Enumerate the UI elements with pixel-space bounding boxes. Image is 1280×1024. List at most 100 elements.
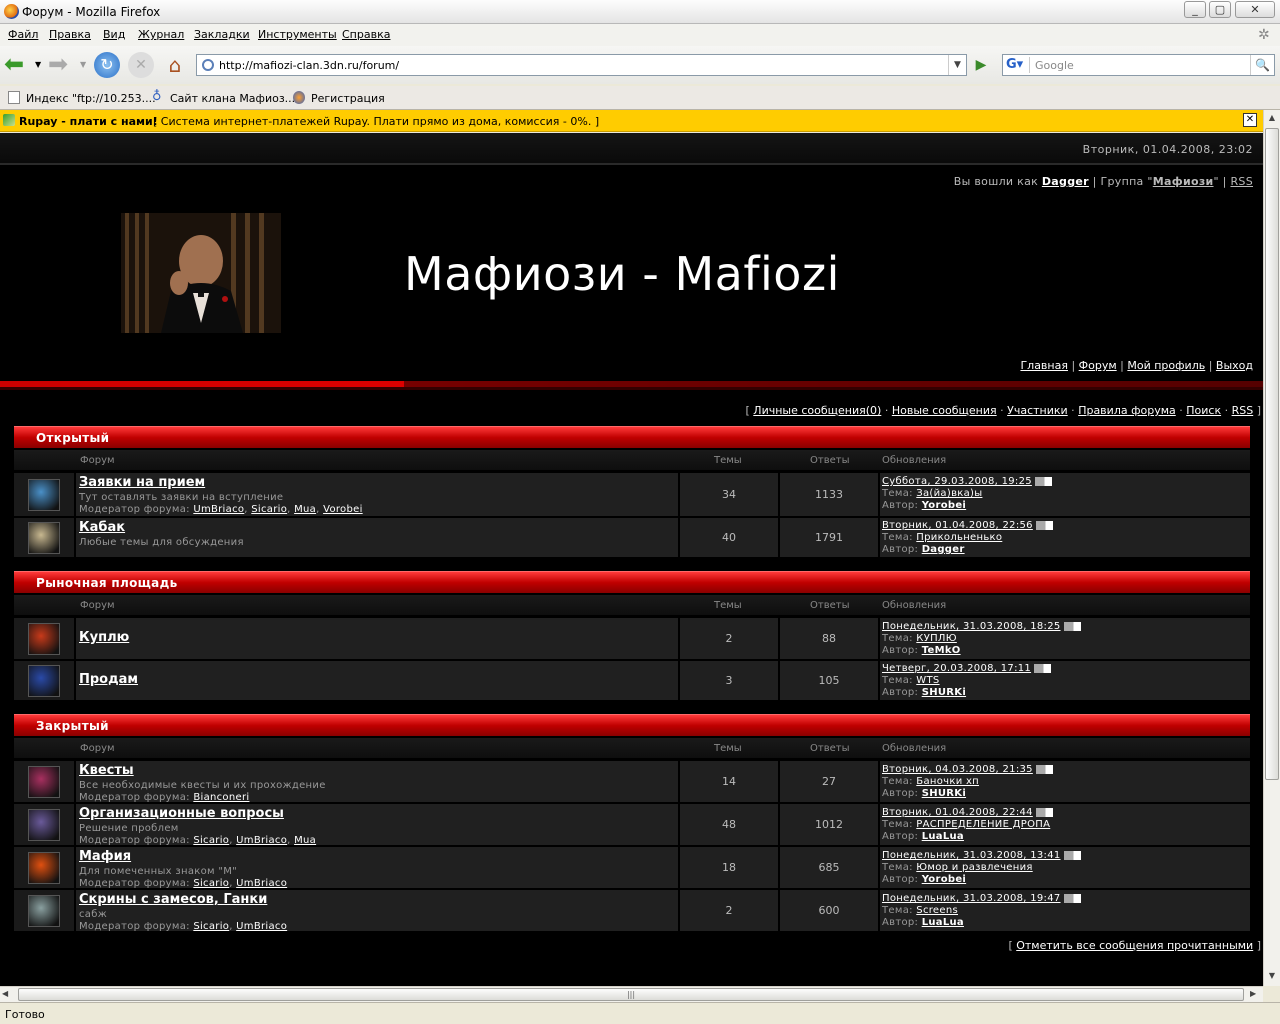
rupay-text[interactable]: [ Система интернет-платежей Rupay. Плати… bbox=[153, 115, 599, 128]
forum-name-link[interactable]: Продам bbox=[79, 672, 138, 687]
menu-help[interactable]: Справка bbox=[342, 28, 390, 41]
last-post-author-link[interactable]: Dagger bbox=[922, 544, 965, 555]
last-post-date-link[interactable]: Вторник, 01.04.2008, 22:44 bbox=[882, 807, 1033, 818]
last-post-author-link[interactable]: LuaLua bbox=[922, 831, 964, 842]
last-post-author-link[interactable]: Yorobei bbox=[922, 500, 966, 511]
last-post-topic-link[interactable]: За(йа)вка)ы bbox=[916, 488, 982, 499]
moderator-link[interactable]: Bianconeri bbox=[193, 792, 249, 803]
go-to-last-post-icon[interactable] bbox=[1063, 893, 1081, 903]
banner-close-icon[interactable]: ✕ bbox=[1243, 113, 1257, 127]
menu-view[interactable]: Вид bbox=[103, 28, 125, 41]
menu-bookmarks[interactable]: Закладки bbox=[194, 28, 250, 41]
menu-file[interactable]: Файл bbox=[8, 28, 38, 41]
nav-members[interactable]: Участники bbox=[1007, 404, 1068, 417]
google-engine-icon[interactable]: G▾ bbox=[1006, 57, 1030, 73]
moderator-link[interactable]: Sicario bbox=[193, 921, 229, 932]
go-to-last-post-icon[interactable] bbox=[1034, 476, 1052, 486]
forum-name-link[interactable]: Кабак bbox=[79, 520, 125, 535]
rss-link-top[interactable]: RSS bbox=[1230, 175, 1253, 188]
horizontal-scroll-thumb[interactable]: ||| bbox=[18, 988, 1244, 1001]
last-post-author-link[interactable]: Yorobei bbox=[922, 874, 966, 885]
last-post-date-link[interactable]: Четверг, 20.03.2008, 17:11 bbox=[882, 663, 1031, 674]
nav-rss[interactable]: RSS bbox=[1232, 404, 1254, 417]
moderator-link[interactable]: Mua bbox=[294, 835, 316, 846]
rupay-banner[interactable]: Rupay - плати с нами! [ Система интернет… bbox=[0, 110, 1263, 132]
moderator-link[interactable]: Vorobei bbox=[323, 504, 363, 515]
forum-icon[interactable] bbox=[28, 623, 60, 655]
last-post-topic-link[interactable]: Баночки хп bbox=[916, 776, 979, 787]
section-title[interactable]: Открытый bbox=[36, 431, 109, 445]
nav-search[interactable]: Поиск bbox=[1186, 404, 1221, 417]
moderator-link[interactable]: Sicario bbox=[251, 504, 287, 515]
last-post-date-link[interactable]: Понедельник, 31.03.2008, 13:41 bbox=[882, 850, 1061, 861]
forward-button[interactable]: ➡ bbox=[48, 52, 74, 78]
search-box[interactable]: G▾ Google 🔍 bbox=[1002, 54, 1275, 76]
last-post-topic-link[interactable]: КУПЛЮ bbox=[916, 633, 957, 644]
menu-tools[interactable]: Инструменты bbox=[258, 28, 337, 41]
last-post-date-link[interactable]: Понедельник, 31.03.2008, 18:25 bbox=[882, 621, 1061, 632]
moderator-link[interactable]: UmBriaco bbox=[193, 504, 244, 515]
horizontal-scrollbar[interactable]: ◀ ||| ▶ bbox=[0, 986, 1263, 1002]
nav-home[interactable]: Главная bbox=[1020, 359, 1068, 372]
last-post-date-link[interactable]: Вторник, 01.04.2008, 22:56 bbox=[882, 520, 1033, 531]
scroll-up-icon[interactable]: ▲ bbox=[1264, 110, 1280, 126]
moderator-link[interactable]: UmBriaco bbox=[236, 878, 287, 889]
mark-all-read-link[interactable]: Отметить все сообщения прочитанными bbox=[1016, 939, 1253, 952]
reload-button[interactable]: ↻ bbox=[94, 52, 120, 78]
go-to-last-post-icon[interactable] bbox=[1035, 807, 1053, 817]
url-text[interactable]: http://mafiozi-clan.3dn.ru/forum/ bbox=[219, 59, 399, 72]
go-to-last-post-icon[interactable] bbox=[1035, 520, 1053, 530]
nav-new-messages[interactable]: Новые сообщения bbox=[892, 404, 997, 417]
forum-name-link[interactable]: Мафия bbox=[79, 849, 131, 864]
last-post-topic-link[interactable]: Screens bbox=[916, 905, 958, 916]
url-bar[interactable]: http://mafiozi-clan.3dn.ru/forum/ ▼ bbox=[196, 54, 967, 76]
forum-icon[interactable] bbox=[28, 665, 60, 697]
moderator-link[interactable]: UmBriaco bbox=[236, 921, 287, 932]
site-identity-icon[interactable] bbox=[202, 59, 214, 71]
vertical-scrollbar[interactable]: ▲ ▼ bbox=[1263, 110, 1280, 986]
minimize-button[interactable]: _ bbox=[1184, 1, 1206, 18]
moderator-link[interactable]: Sicario bbox=[193, 878, 229, 889]
close-button[interactable]: ✕ bbox=[1235, 1, 1275, 18]
nav-logout[interactable]: Выход bbox=[1216, 359, 1253, 372]
nav-private-messages[interactable]: Личные сообщения(0) bbox=[753, 404, 881, 417]
bookmark-ftp-index[interactable]: Индекс "ftp://10.253.... bbox=[26, 92, 156, 105]
last-post-author-link[interactable]: SHURKi bbox=[922, 687, 966, 698]
section-title[interactable]: Рыночная площадь bbox=[36, 576, 177, 590]
scroll-left-icon[interactable]: ◀ bbox=[2, 989, 8, 998]
go-to-last-post-icon[interactable] bbox=[1035, 764, 1053, 774]
home-button[interactable]: ⌂ bbox=[162, 52, 188, 78]
search-placeholder[interactable]: Google bbox=[1035, 59, 1074, 72]
last-post-topic-link[interactable]: Прикольненько bbox=[916, 532, 1002, 543]
go-button[interactable]: ▶ bbox=[970, 54, 992, 76]
moderator-link[interactable]: UmBriaco bbox=[236, 835, 287, 846]
forum-name-link[interactable]: Квесты bbox=[79, 763, 134, 778]
last-post-date-link[interactable]: Суббота, 29.03.2008, 19:25 bbox=[882, 476, 1032, 487]
group-link[interactable]: Мафиози bbox=[1153, 175, 1214, 188]
last-post-date-link[interactable]: Вторник, 04.03.2008, 21:35 bbox=[882, 764, 1033, 775]
forum-name-link[interactable]: Организационные вопросы bbox=[79, 806, 284, 821]
forum-icon[interactable] bbox=[28, 522, 60, 554]
forum-icon[interactable] bbox=[28, 852, 60, 884]
search-icon[interactable]: 🔍 bbox=[1250, 55, 1274, 75]
stop-button[interactable]: ✕ bbox=[128, 52, 154, 78]
scroll-right-icon[interactable]: ▶ bbox=[1250, 989, 1256, 998]
go-to-last-post-icon[interactable] bbox=[1063, 621, 1081, 631]
last-post-author-link[interactable]: LuaLua bbox=[922, 917, 964, 928]
forum-name-link[interactable]: Скрины с замесов, Ганки bbox=[79, 892, 267, 907]
maximize-button[interactable]: ▢ bbox=[1209, 1, 1231, 18]
user-link[interactable]: Dagger bbox=[1042, 175, 1089, 188]
last-post-topic-link[interactable]: Юмор и развлечения bbox=[916, 862, 1032, 873]
vertical-scroll-thumb[interactable] bbox=[1265, 128, 1279, 780]
last-post-date-link[interactable]: Понедельник, 31.03.2008, 19:47 bbox=[882, 893, 1061, 904]
go-to-last-post-icon[interactable] bbox=[1063, 850, 1081, 860]
forum-icon[interactable] bbox=[28, 895, 60, 927]
nav-forum-rules[interactable]: Правила форума bbox=[1078, 404, 1176, 417]
bookmark-registration[interactable]: Регистрация bbox=[311, 92, 385, 105]
forward-dropdown-icon[interactable]: ▼ bbox=[80, 60, 86, 69]
forum-icon[interactable] bbox=[28, 809, 60, 841]
menu-history[interactable]: Журнал bbox=[138, 28, 184, 41]
go-to-last-post-icon[interactable] bbox=[1034, 663, 1052, 673]
back-dropdown-icon[interactable]: ▼ bbox=[35, 60, 41, 69]
bookmark-clan-site[interactable]: Сайт клана Мафиоз... bbox=[170, 92, 295, 105]
